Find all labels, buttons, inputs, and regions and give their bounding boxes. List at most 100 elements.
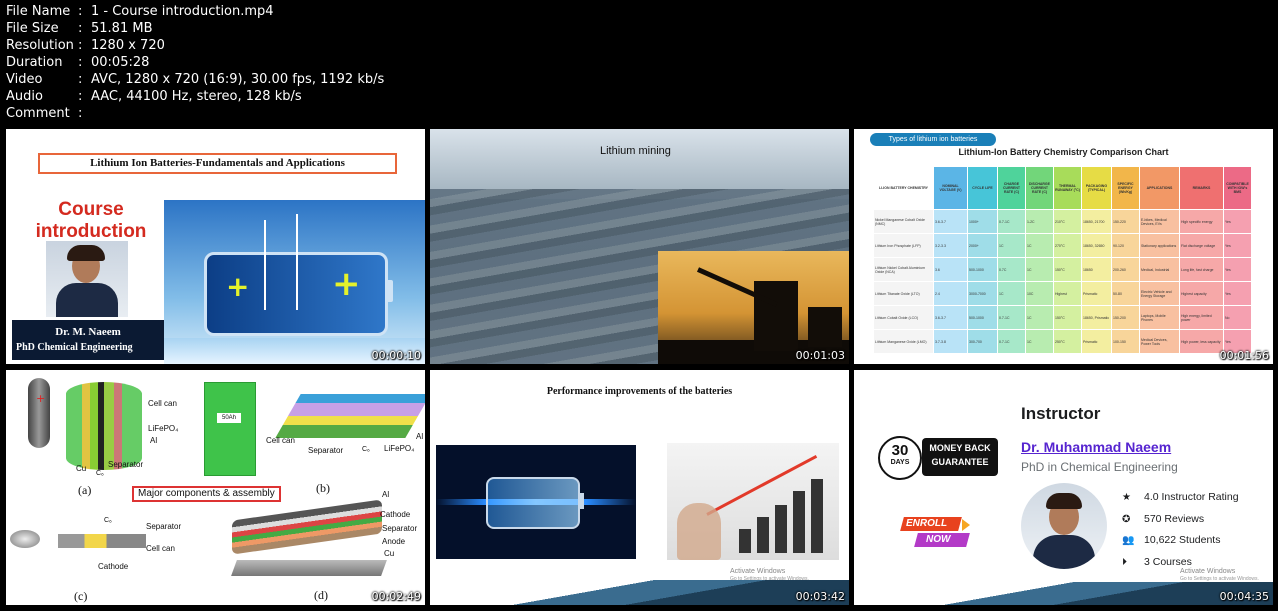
table-cell: Highest	[1054, 281, 1082, 305]
stat-text: 10,622 Students	[1144, 534, 1221, 547]
stat-reviews: ✪ 570 Reviews	[1122, 509, 1239, 531]
info-key: Video	[6, 72, 43, 87]
watermark-line1: Activate Windows	[730, 568, 786, 575]
stat-rating: ★ 4.0 Instructor Rating	[1122, 487, 1239, 509]
info-separator: :	[78, 106, 83, 121]
table-cell: High energy, limited power	[1180, 305, 1224, 329]
table-cell: Nickel Manganese Cobalt Oxide (NMC)	[874, 209, 934, 233]
table-cell: 3.6	[934, 257, 968, 281]
table-cell: 18650, 32650	[1082, 233, 1112, 257]
table-cell: 270°C	[1054, 233, 1082, 257]
table-cell: 1C	[998, 233, 1026, 257]
table-cell: 50-80	[1112, 281, 1140, 305]
table-cell: High specific energy	[1180, 209, 1224, 233]
table-cell: 150°C	[1054, 305, 1082, 329]
badge-line1: MONEY BACK	[929, 443, 991, 453]
coin-cell	[10, 530, 40, 548]
table-cell: E-bikes, Medical Devices, EVs	[1140, 209, 1180, 233]
table-cell: Prismatic	[1082, 329, 1112, 353]
info-separator: :	[78, 72, 83, 87]
table-cell: 150-200	[1112, 305, 1140, 329]
table-cell: Lithium Titanate Oxide (LTO)	[874, 281, 934, 305]
stack-layers	[232, 499, 382, 555]
table-header-cell: NOMINAL VOLTAGE (V)	[934, 167, 968, 209]
table-cell: 18650, 21700	[1082, 209, 1112, 233]
table-cell: 150-220	[1112, 209, 1140, 233]
enroll-now-badge[interactable]: ENROLL NOW	[900, 513, 970, 551]
table-header-cell: PACKAGING (TYPICAL)	[1082, 167, 1112, 209]
label-cell-can-c: Cell can	[146, 544, 175, 553]
table-cell: 3.6-3.7	[934, 209, 968, 233]
table-header-cell: CYCLE LIFE	[968, 167, 998, 209]
table-cell: 10C	[1026, 281, 1054, 305]
table-cell: Stationary applications	[1140, 233, 1180, 257]
thumbnail-6[interactable]: Instructor 30 DAYS MONEY BACK GUARANTEE …	[854, 370, 1273, 605]
table-cell: Lithium Manganese Oxide (LMO)	[874, 329, 934, 353]
stat-text: 570 Reviews	[1144, 512, 1205, 525]
plus-sign: +	[36, 392, 46, 405]
info-row-file-name: File Name:1 - Course introduction.mp4	[6, 3, 384, 20]
battery-wave-image	[436, 445, 636, 559]
table-cell: High power, less capacity	[1180, 329, 1224, 353]
info-key: Audio	[6, 89, 43, 104]
info-key: Resolution	[6, 38, 74, 53]
table-header-cell: DISCHARGE CURRENT RATE (C)	[1026, 167, 1054, 209]
label-d: (d)	[314, 588, 328, 602]
pouch-layers	[275, 394, 425, 438]
timestamp: 00:02:49	[371, 590, 421, 603]
table-cell: Laptops, Mobile Phones	[1140, 305, 1180, 329]
table-cell: 18650, Prismatic	[1082, 305, 1112, 329]
play-icon: ⏵	[1122, 556, 1127, 568]
enroll-line1: ENROLL	[906, 518, 948, 529]
timestamp: 00:01:56	[1219, 349, 1269, 362]
label-separator-a: Separator	[108, 460, 144, 469]
table-cell: 0.7-1C	[998, 329, 1026, 353]
table-cell: 1C	[1026, 233, 1054, 257]
timestamp: 00:03:42	[795, 590, 845, 603]
course-heading: Course introduction	[20, 199, 162, 243]
table-cell: Lithium Cobalt Oxide (LCO)	[874, 305, 934, 329]
table-cell: 2000+	[968, 233, 998, 257]
money-back-badge: 30 DAYS MONEY BACK GUARANTEE	[878, 436, 998, 480]
label-al-a: Al	[150, 436, 158, 445]
table-cell: 0.7-1C	[998, 305, 1026, 329]
table-cell: 2.4	[934, 281, 968, 305]
table-cell: No	[1224, 305, 1252, 329]
label-cu-d: Cu	[384, 549, 395, 558]
table-cell: 300-700	[968, 329, 998, 353]
label-cell-can-b: Cell can	[266, 436, 295, 445]
instructor-name-link[interactable]: Dr. Muhammad Naeem	[1021, 439, 1171, 455]
thumbnail-2[interactable]: Lithium mining 00:01:03	[430, 129, 849, 364]
table-cell: 1000+	[968, 209, 998, 233]
excavator-inset	[658, 251, 849, 364]
info-separator: :	[78, 55, 83, 70]
table-cell: 3.6-3.7	[934, 305, 968, 329]
star-icon: ★	[1122, 492, 1131, 503]
days-circle: 30 DAYS	[878, 436, 922, 480]
slide-title: Performance improvements of the batterie…	[546, 386, 733, 397]
thumbnail-3[interactable]: Types of lithium ion batteries Lithium-I…	[854, 129, 1273, 364]
label-b: (b)	[316, 481, 330, 495]
slide-tag: Types of lithium ion batteries	[870, 133, 996, 146]
info-separator: :	[78, 89, 83, 104]
table-cell: Yes	[1224, 257, 1252, 281]
file-info: File Name:1 - Course introduction.mp4 Fi…	[6, 3, 384, 122]
thumbnail-4[interactable]: + Cell can LiFePO₄ Al Cu C₆ Separator (a…	[6, 370, 425, 605]
thumbnail-1[interactable]: Lithium Ion Batteries-Fundamentals and A…	[6, 129, 425, 364]
coin-cell-layers	[58, 534, 146, 548]
instructor-heading: Instructor	[1021, 404, 1101, 423]
info-row-comment: Comment:	[6, 105, 384, 122]
info-key: Comment	[6, 106, 70, 121]
days-number: 30	[891, 442, 909, 459]
chemistry-table: LI-ION BATTERY CHEMISTRY NOMINAL VOLTAGE …	[874, 167, 1252, 353]
table-cell: 1C	[998, 281, 1026, 305]
table-cell: 500-1000	[968, 257, 998, 281]
table-cell: 90-120	[1112, 233, 1140, 257]
table-cell: 500-1000	[968, 305, 998, 329]
info-value: 1280 x 720	[91, 38, 165, 53]
label-lifepo4-b: LiFePO₄	[384, 444, 415, 453]
label-cathode-c: Cathode	[98, 562, 129, 571]
thumbnail-5[interactable]: Performance improvements of the batterie…	[430, 370, 849, 605]
name-plate: Dr. M. Naeem PhD Chemical Engineering	[12, 320, 164, 360]
slide-title: Lithium Ion Batteries-Fundamentals and A…	[38, 153, 397, 174]
